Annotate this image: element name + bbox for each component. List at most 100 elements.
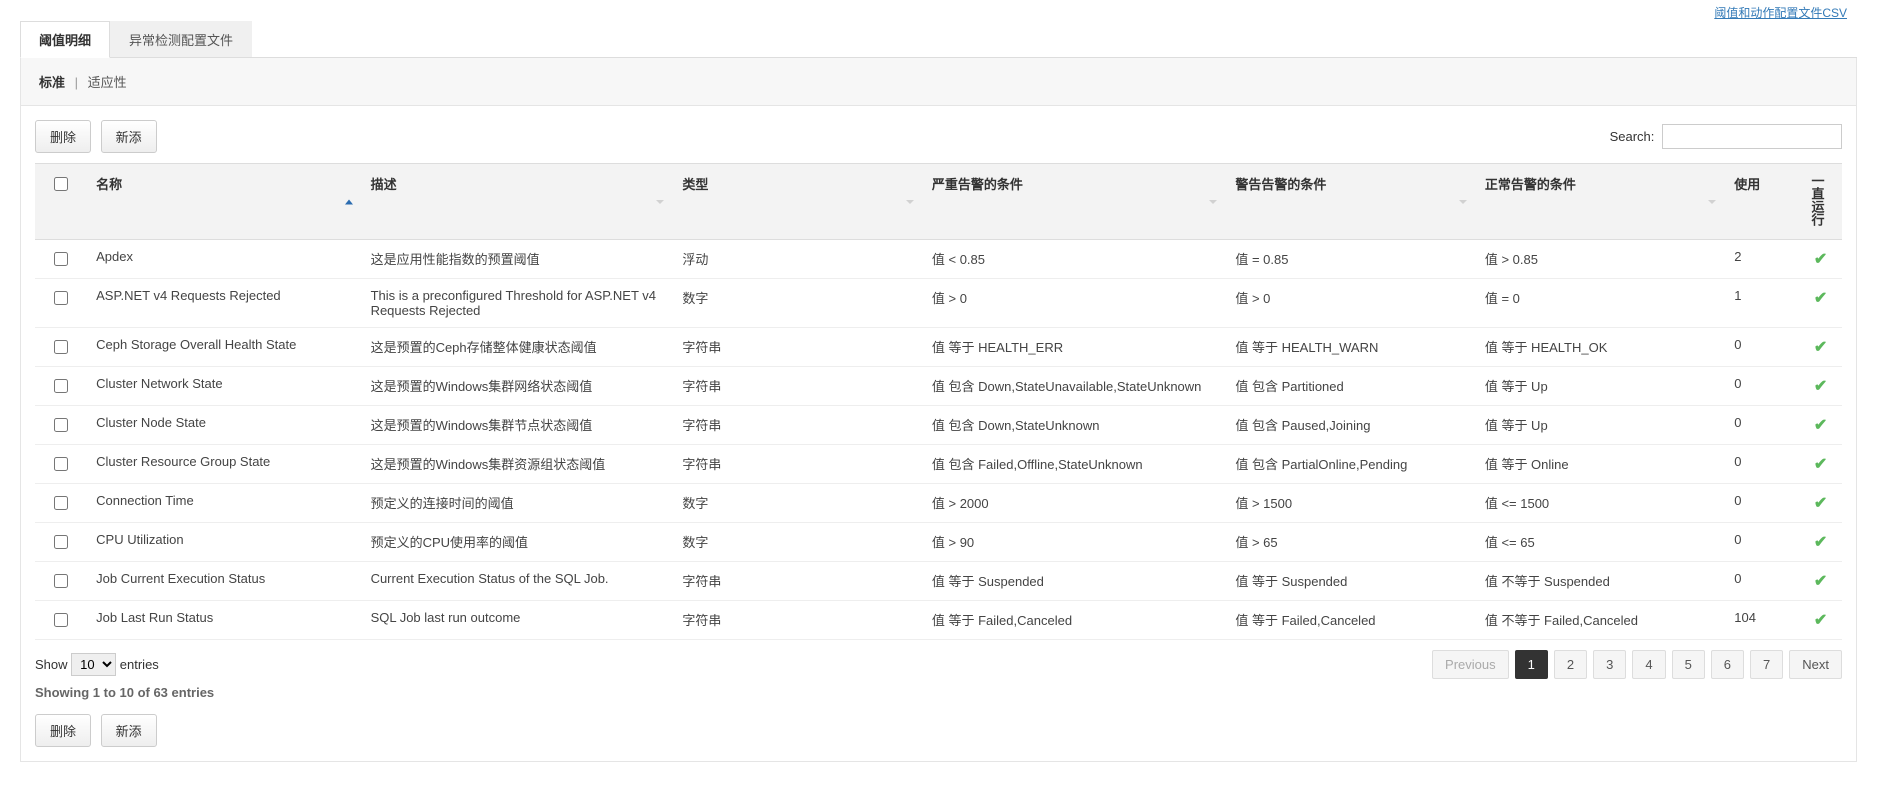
- check-icon: ✔: [1814, 571, 1827, 591]
- cell-crit: 值 等于 Failed,Canceled: [922, 601, 1225, 640]
- table-row: Job Current Execution StatusCurrent Exec…: [35, 562, 1842, 601]
- row-checkbox[interactable]: [54, 340, 68, 354]
- cell-name[interactable]: Cluster Resource Group State: [86, 445, 360, 484]
- cell-name[interactable]: ASP.NET v4 Requests Rejected: [86, 279, 360, 328]
- page-6[interactable]: 6: [1711, 650, 1744, 679]
- cell-crit: 值 > 2000: [922, 484, 1225, 523]
- row-checkbox[interactable]: [54, 457, 68, 471]
- col-desc[interactable]: 描述: [361, 164, 673, 240]
- page-1[interactable]: 1: [1515, 650, 1548, 679]
- cell-name[interactable]: Job Last Run Status: [86, 601, 360, 640]
- cell-ok: 值 > 0.85: [1475, 240, 1724, 279]
- delete-button-bottom[interactable]: 删除: [35, 714, 91, 747]
- table-row: Apdex这是应用性能指数的预置阈值浮动值 < 0.85值 = 0.85值 > …: [35, 240, 1842, 279]
- cell-type: 字符串: [672, 406, 921, 445]
- tab-1[interactable]: 异常检测配置文件: [110, 21, 252, 57]
- tab-bar: 阈值明细异常检测配置文件: [20, 21, 1857, 58]
- check-icon: ✔: [1814, 493, 1827, 513]
- page-2[interactable]: 2: [1554, 650, 1587, 679]
- subbar-applicability[interactable]: 适应性: [88, 75, 127, 90]
- cell-crit: 值 > 0: [922, 279, 1225, 328]
- cell-name[interactable]: Ceph Storage Overall Health State: [86, 328, 360, 367]
- cell-name[interactable]: Apdex: [86, 240, 360, 279]
- cell-use: 0: [1724, 523, 1799, 562]
- table-row: ASP.NET v4 Requests RejectedThis is a pr…: [35, 279, 1842, 328]
- row-checkbox[interactable]: [54, 496, 68, 510]
- cell-ok: 值 等于 Online: [1475, 445, 1724, 484]
- row-checkbox[interactable]: [54, 574, 68, 588]
- sub-filter-bar: 标准 | 适应性: [20, 58, 1857, 106]
- check-icon: ✔: [1814, 532, 1827, 552]
- page-next[interactable]: Next: [1789, 650, 1842, 679]
- row-checkbox[interactable]: [54, 535, 68, 549]
- cell-type: 浮动: [672, 240, 921, 279]
- cell-crit: 值 包含 Down,StateUnknown: [922, 406, 1225, 445]
- col-always[interactable]: 一直运行: [1799, 164, 1842, 240]
- csv-export-link[interactable]: 阈值和动作配置文件CSV: [1714, 6, 1847, 20]
- cell-use: 2: [1724, 240, 1799, 279]
- table-row: Job Last Run StatusSQL Job last run outc…: [35, 601, 1842, 640]
- row-checkbox[interactable]: [54, 418, 68, 432]
- col-name[interactable]: 名称: [86, 164, 360, 240]
- subbar-sep: |: [75, 75, 78, 90]
- table-row: Cluster Network State这是预置的Windows集群网络状态阈…: [35, 367, 1842, 406]
- cell-use: 0: [1724, 328, 1799, 367]
- cell-use: 104: [1724, 601, 1799, 640]
- top-toolbar: 删除 新添 Search:: [35, 120, 1842, 153]
- page-3[interactable]: 3: [1593, 650, 1626, 679]
- cell-ok: 值 不等于 Failed,Canceled: [1475, 601, 1724, 640]
- subbar-standard[interactable]: 标准: [39, 75, 65, 90]
- cell-type: 字符串: [672, 601, 921, 640]
- page-7[interactable]: 7: [1750, 650, 1783, 679]
- check-icon: ✔: [1814, 610, 1827, 630]
- delete-button[interactable]: 删除: [35, 120, 91, 153]
- cell-desc: This is a preconfigured Threshold for AS…: [361, 279, 673, 328]
- entries-info: Showing 1 to 10 of 63 entries: [35, 685, 1842, 700]
- tab-0[interactable]: 阈值明细: [20, 21, 110, 58]
- select-all-checkbox[interactable]: [54, 177, 68, 191]
- col-type[interactable]: 类型: [672, 164, 921, 240]
- add-button[interactable]: 新添: [101, 120, 157, 153]
- cell-desc: 这是应用性能指数的预置阈值: [361, 240, 673, 279]
- add-button-bottom[interactable]: 新添: [101, 714, 157, 747]
- cell-warn: 值 = 0.85: [1225, 240, 1474, 279]
- search-input[interactable]: [1662, 124, 1842, 149]
- pagination: Previous1234567Next: [1432, 650, 1842, 679]
- page-5[interactable]: 5: [1672, 650, 1705, 679]
- cell-name[interactable]: Cluster Node State: [86, 406, 360, 445]
- row-checkbox[interactable]: [54, 252, 68, 266]
- page-4[interactable]: 4: [1632, 650, 1665, 679]
- check-icon: ✔: [1814, 415, 1827, 435]
- cell-warn: 值 > 65: [1225, 523, 1474, 562]
- cell-crit: 值 > 90: [922, 523, 1225, 562]
- cell-ok: 值 = 0: [1475, 279, 1724, 328]
- cell-warn: 值 > 1500: [1225, 484, 1474, 523]
- cell-name[interactable]: Cluster Network State: [86, 367, 360, 406]
- table-row: Ceph Storage Overall Health State这是预置的Ce…: [35, 328, 1842, 367]
- col-select-all[interactable]: [35, 164, 86, 240]
- cell-name[interactable]: Job Current Execution Status: [86, 562, 360, 601]
- check-icon: ✔: [1814, 454, 1827, 474]
- table-row: Connection Time预定义的连接时间的阈值数字值 > 2000值 > …: [35, 484, 1842, 523]
- cell-ok: 值 等于 Up: [1475, 367, 1724, 406]
- cell-name[interactable]: Connection Time: [86, 484, 360, 523]
- col-critical[interactable]: 严重告警的条件: [922, 164, 1225, 240]
- check-icon: ✔: [1814, 337, 1827, 357]
- row-checkbox[interactable]: [54, 613, 68, 627]
- cell-type: 字符串: [672, 562, 921, 601]
- page-size-select[interactable]: 10: [71, 653, 116, 676]
- cell-desc: 预定义的CPU使用率的阈值: [361, 523, 673, 562]
- check-icon: ✔: [1814, 288, 1827, 308]
- col-use[interactable]: 使用: [1724, 164, 1799, 240]
- page-prev[interactable]: Previous: [1432, 650, 1509, 679]
- threshold-table: 名称 描述 类型 严重告警的条件 警告告警的条件 正常告警的条件 使用 一直运行…: [35, 163, 1842, 640]
- cell-crit: 值 包含 Failed,Offline,StateUnknown: [922, 445, 1225, 484]
- cell-desc: 预定义的连接时间的阈值: [361, 484, 673, 523]
- cell-desc: Current Execution Status of the SQL Job.: [361, 562, 673, 601]
- col-warning[interactable]: 警告告警的条件: [1225, 164, 1474, 240]
- col-ok[interactable]: 正常告警的条件: [1475, 164, 1724, 240]
- row-checkbox[interactable]: [54, 379, 68, 393]
- cell-name[interactable]: CPU Utilization: [86, 523, 360, 562]
- row-checkbox[interactable]: [54, 291, 68, 305]
- cell-crit: 值 < 0.85: [922, 240, 1225, 279]
